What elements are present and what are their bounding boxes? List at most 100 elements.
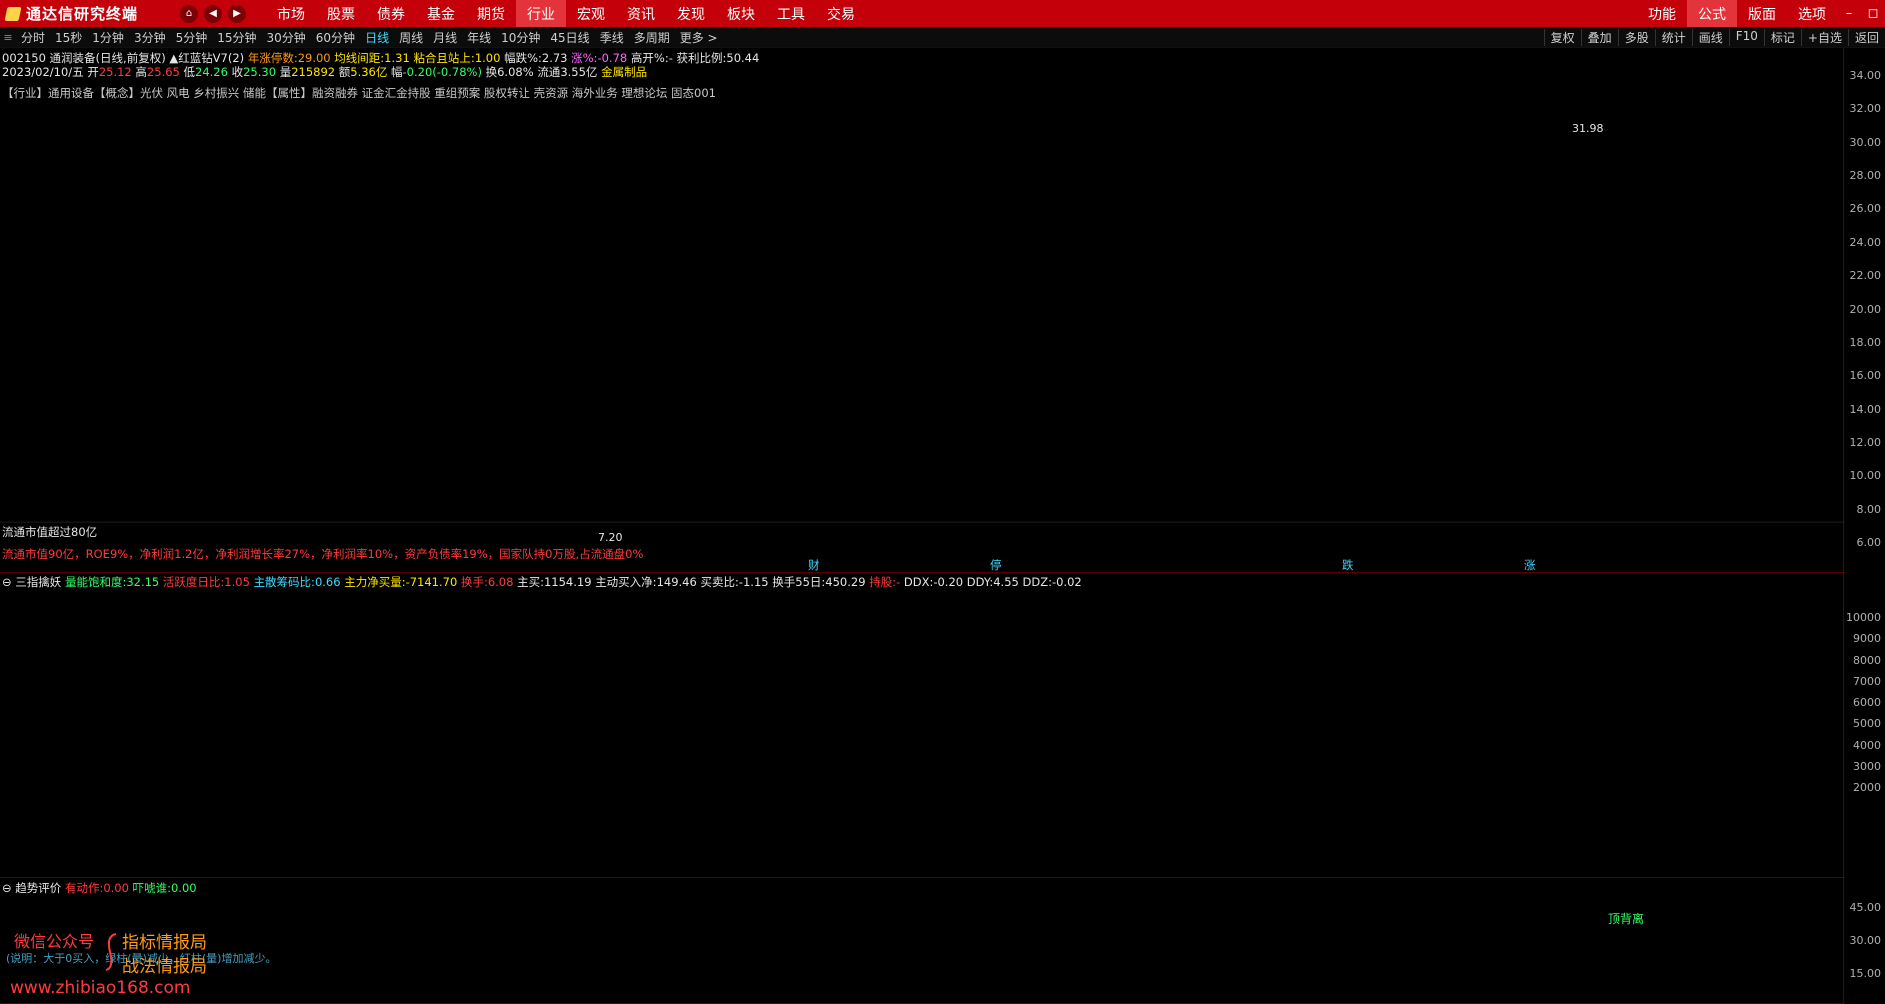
period-tab[interactable]: 15秒 (50, 29, 87, 46)
activity-value: 1.05 (224, 575, 250, 589)
chart-tool-button[interactable]: +自选 (1800, 28, 1848, 46)
ddz-value: -0.02 (1051, 575, 1082, 589)
stock-name: 002150 通润装备(日线,前复权) (2, 51, 166, 65)
right-menu-item[interactable]: 版面 (1737, 0, 1787, 27)
right-menu-item[interactable]: 功能 (1637, 0, 1687, 27)
menu-item[interactable]: 基金 (416, 0, 466, 27)
limit-up-value: 29.00 (297, 51, 331, 65)
period-tab[interactable]: 日线 (360, 29, 394, 46)
price-axis: 34.00 32.00 30.00 28.00 26.00 24.00 22.00 20.00… (1843, 48, 1885, 573)
buy-sell-ratio-label: 买卖比: (700, 575, 739, 589)
indicator-name[interactable]: ▲红蓝钻V7(2) (169, 51, 244, 65)
period-tab[interactable]: 更多 > (675, 29, 723, 46)
change-label: 幅 (391, 65, 403, 79)
axis-tick-label: 30.00 (1849, 135, 1882, 149)
period-tab[interactable]: 10分钟 (496, 29, 545, 46)
period-tab[interactable]: 年线 (462, 29, 496, 46)
ddy-value: 4.55 (993, 575, 1019, 589)
period-tab[interactable]: 60分钟 (311, 29, 360, 46)
chart-tool-button[interactable]: 画线 (1691, 28, 1729, 46)
trend-axis: 45.00 30.00 15.00 (1843, 878, 1885, 1004)
axis-tick-label: 26.00 (1849, 202, 1882, 216)
price-chart-panel[interactable] (0, 48, 1845, 573)
back-icon[interactable]: ◀ (204, 4, 222, 23)
price-plot-area[interactable] (0, 48, 1845, 572)
app-logo: 通达信研究终端 (0, 3, 180, 24)
menu-item[interactable]: 行业 (516, 0, 566, 27)
float-label: 流通 (537, 65, 561, 79)
trend-collapse-icon[interactable]: ⊖ (2, 881, 12, 895)
volume-value: 215892 (291, 65, 336, 79)
menu-item[interactable]: 股票 (316, 0, 366, 27)
menu-item[interactable]: 资讯 (616, 0, 666, 27)
minimize-icon[interactable]: – (1837, 6, 1861, 21)
volume-plot-area[interactable] (0, 573, 1845, 877)
limit-up-label: 年涨停数: (247, 51, 298, 65)
main-buy-value: 1154.19 (543, 575, 592, 589)
trend-indicator-name[interactable]: 趋势评价 (15, 881, 61, 895)
axis-tick-label: 8.00 (1856, 502, 1882, 516)
chart-tool-button[interactable]: 返回 (1847, 28, 1885, 46)
amount-value: 5.36亿 (350, 65, 388, 79)
holding-value: - (896, 575, 901, 589)
float-value: 3.55亿 (560, 65, 598, 79)
chart-tool-button[interactable]: F10 (1728, 28, 1764, 46)
menu-item[interactable]: 宏观 (566, 0, 616, 27)
chart-tools: 复权 叠加 多股 统计 画线 F10 标记 +自选 返回 (1543, 28, 1885, 46)
watermark-url: www.zhibiao168.com (10, 978, 191, 998)
menu-icon[interactable]: ≡ (0, 31, 16, 44)
chart-tool-button[interactable]: 标记 (1763, 28, 1801, 46)
period-tab[interactable]: 分时 (16, 29, 50, 46)
bracket-icon (105, 933, 117, 971)
main-buy-label: 主买: (517, 575, 544, 589)
menu-item[interactable]: 期货 (466, 0, 516, 27)
menu-item[interactable]: 交易 (816, 0, 866, 27)
holding-label: 持股: (869, 575, 897, 589)
net-buy-label: 主力净买量: (344, 575, 406, 589)
period-tab[interactable]: 周线 (394, 29, 428, 46)
period-tab[interactable]: 30分钟 (262, 29, 311, 46)
home-icon[interactable]: ⌂ (180, 4, 198, 23)
menu-item[interactable]: 市场 (266, 0, 316, 27)
high-label: 高 (135, 65, 147, 79)
collapse-icon[interactable]: ⊖ (2, 575, 12, 589)
menu-item[interactable]: 工具 (766, 0, 816, 27)
period-tab[interactable]: 多周期 (629, 29, 675, 46)
chart-tool-button[interactable]: 复权 (1543, 28, 1581, 46)
chart-tool-button[interactable]: 多股 (1617, 28, 1655, 46)
forward-icon[interactable]: ▶ (228, 4, 246, 23)
divergence-note: 顶背离 (1608, 912, 1645, 926)
chart-tool-button[interactable]: 统计 (1654, 28, 1692, 46)
menu-item[interactable]: 发现 (666, 0, 716, 27)
period-tab[interactable]: 5分钟 (171, 29, 213, 46)
volume-label: 量 (279, 65, 292, 79)
right-menu-item[interactable]: 选项 (1787, 0, 1837, 27)
period-tab[interactable]: 季线 (595, 29, 629, 46)
period-tab[interactable]: 3分钟 (129, 29, 171, 46)
price-high-label: 31.98 (1572, 122, 1604, 135)
period-tab[interactable]: 45日线 (545, 29, 594, 46)
drop-label: 幅跌%: (504, 51, 542, 65)
period-tab[interactable]: 15分钟 (212, 29, 261, 46)
gap-value: - (668, 51, 673, 65)
axis-tick-label: 28.00 (1849, 169, 1882, 183)
close-label: 收 (231, 65, 244, 79)
axis-tick-label: 3000 (1853, 759, 1881, 773)
period-tab[interactable]: 1分钟 (87, 29, 129, 46)
axis-tick-label: 6.00 (1856, 536, 1882, 549)
volume-indicator-panel[interactable] (0, 573, 1845, 878)
gap-label: 高开%: (630, 51, 669, 65)
low-label: 低 (183, 65, 196, 79)
turnover-55-label: 换手55日: (772, 575, 826, 589)
restore-icon[interactable]: ◻ (1861, 6, 1885, 21)
period-tab[interactable]: 月线 (428, 29, 462, 46)
ma-gap-label: 均线间距: (334, 51, 385, 65)
volume-indicator-name[interactable]: 三指擒妖 (15, 575, 61, 589)
menu-item[interactable]: 板块 (716, 0, 766, 27)
scare-label: 吓唬谁: (132, 881, 171, 895)
turnover-55-value: 450.29 (825, 575, 866, 589)
change-value: -0.20(-0.78%) (402, 65, 482, 79)
menu-item[interactable]: 债券 (366, 0, 416, 27)
right-menu-item[interactable]: 公式 (1687, 0, 1737, 27)
chart-tool-button[interactable]: 叠加 (1580, 28, 1618, 46)
